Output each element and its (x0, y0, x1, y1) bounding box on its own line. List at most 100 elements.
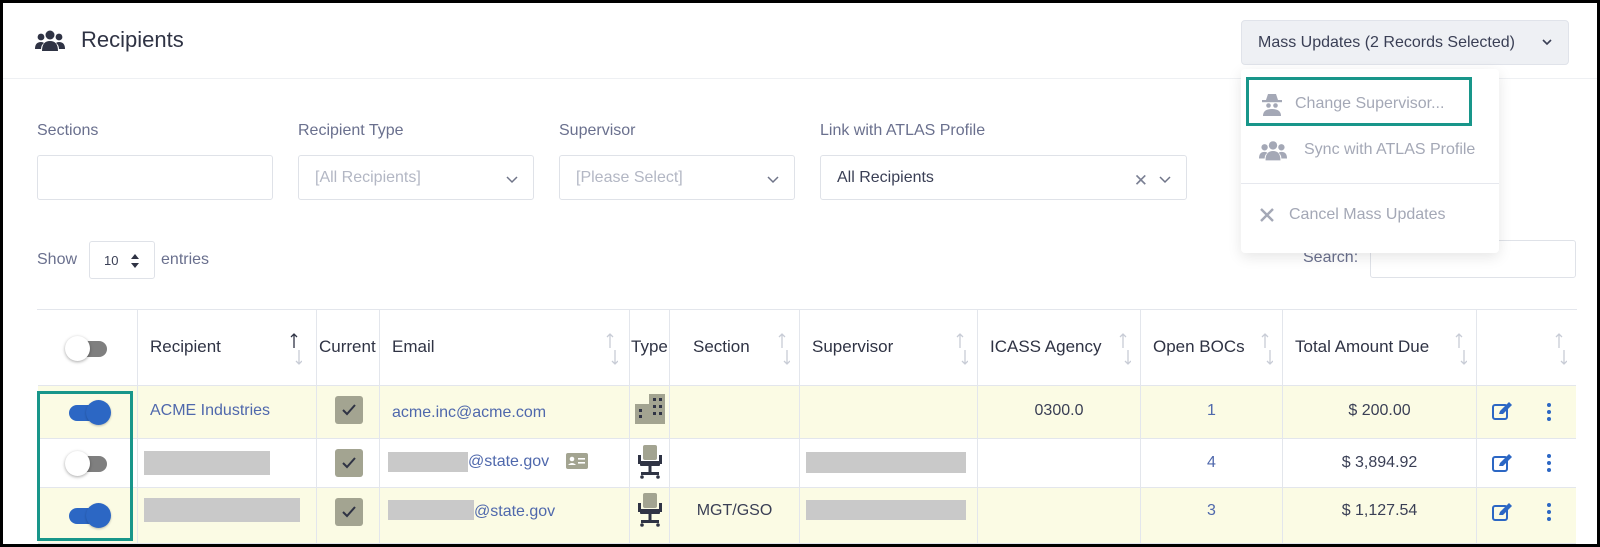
check-icon (342, 457, 356, 469)
table-row: @state.gov MGT/GSO 3 $ 1,127.54 (38, 488, 1576, 544)
chevron-down-icon (1159, 176, 1171, 184)
menu-item-change-supervisor[interactable]: Change Supervisor... (1241, 81, 1499, 127)
menu-item-label: Change Supervisor... (1295, 95, 1445, 112)
redacted-email-user (388, 500, 474, 520)
entries-select[interactable]: 10 (89, 241, 156, 279)
sections-input[interactable] (37, 155, 273, 200)
column-header-type[interactable]: Type (630, 310, 670, 385)
recipient-cell: ACME Industries (138, 386, 317, 438)
current-cell (317, 439, 380, 487)
clear-icon[interactable]: ✕ (1134, 171, 1148, 191)
open-bocs-cell: 1 (1141, 386, 1283, 438)
filter-label-supervisor: Supervisor (559, 122, 636, 139)
supervisor-select[interactable]: [Please Select] (559, 155, 795, 200)
mass-updates-button[interactable]: Mass Updates (2 Records Selected) (1241, 20, 1569, 65)
sort-icon (956, 333, 968, 365)
actions-cell (1477, 488, 1576, 543)
select-all-toggle[interactable] (65, 336, 107, 361)
row-select-toggle[interactable] (69, 400, 111, 425)
redacted-recipient (144, 451, 270, 475)
section-cell (670, 439, 800, 487)
edit-icon[interactable] (1491, 502, 1513, 524)
users-icon (1259, 141, 1287, 161)
total-due-cell: $ 3,894.92 (1283, 439, 1477, 487)
total-due-cell: $ 200.00 (1283, 386, 1477, 438)
column-header-icass-agency[interactable]: ICASS Agency (978, 310, 1141, 385)
column-header-actions (1477, 310, 1576, 385)
menu-item-label: Sync with ATLAS Profile (1304, 141, 1476, 158)
icass-agency-cell (978, 439, 1141, 487)
office-chair-icon (638, 445, 662, 479)
recipient-link[interactable]: ACME Industries (150, 402, 270, 420)
app-frame: Recipients Mass Updates (2 Records Selec… (0, 0, 1600, 547)
open-bocs-cell: 4 (1141, 439, 1283, 487)
type-cell (630, 439, 670, 487)
edit-icon[interactable] (1491, 401, 1513, 423)
actions-cell (1477, 386, 1576, 438)
office-chair-icon (638, 493, 662, 527)
open-bocs-link[interactable]: 4 (1141, 454, 1282, 472)
column-header-open-bocs[interactable]: Open BOCs (1141, 310, 1283, 385)
filter-label-atlas: Link with ATLAS Profile (820, 122, 986, 139)
email-link[interactable]: @state.gov (474, 503, 555, 521)
current-checkbox (335, 396, 363, 424)
page-header: Recipients Mass Updates (2 Records Selec… (3, 3, 1597, 79)
recipient-cell (138, 488, 317, 543)
row-select-cell (38, 488, 138, 543)
spy-icon (1262, 94, 1282, 116)
close-icon (1260, 208, 1274, 222)
mass-updates-menu: Change Supervisor... Sync with ATLAS Pro… (1241, 69, 1499, 253)
check-icon (342, 506, 356, 518)
column-header-section[interactable]: Section (670, 310, 800, 385)
recipients-table: Recipient Current Email Type Section Sup… (37, 309, 1577, 544)
chevron-down-icon (767, 176, 779, 184)
sort-icon (606, 333, 618, 365)
recipient-type-select[interactable]: [All Recipients] (298, 155, 534, 200)
email-link[interactable]: acme.inc@acme.com (392, 404, 546, 422)
open-bocs-link[interactable]: 1 (1141, 402, 1282, 420)
table-row: @state.gov 4 $ 3,894.92 (38, 439, 1576, 488)
sort-icon (778, 333, 790, 365)
icass-agency-cell (978, 488, 1141, 543)
more-vertical-icon[interactable] (1545, 502, 1553, 522)
toggle-knob (65, 336, 90, 361)
sort-icon (1261, 333, 1273, 365)
current-cell (317, 488, 380, 543)
section-cell (670, 386, 800, 438)
column-header-current[interactable]: Current (317, 310, 380, 385)
row-select-toggle[interactable] (65, 451, 107, 476)
email-cell: @state.gov (380, 488, 630, 543)
redacted-supervisor (806, 452, 966, 473)
supervisor-cell (800, 386, 978, 438)
toggle-knob (65, 451, 90, 476)
email-link[interactable]: @state.gov (468, 453, 549, 471)
email-cell: acme.inc@acme.com (380, 386, 630, 438)
edit-icon[interactable] (1491, 453, 1513, 475)
redacted-recipient (144, 498, 300, 522)
show-label: Show (37, 251, 78, 268)
atlas-profile-select[interactable]: All Recipients ✕ (820, 155, 1187, 200)
menu-item-cancel-mass-updates[interactable]: Cancel Mass Updates (1241, 192, 1499, 238)
total-due-cell: $ 1,127.54 (1283, 488, 1477, 543)
column-header-email[interactable]: Email (380, 310, 630, 385)
type-cell (630, 488, 670, 543)
column-header-recipient[interactable]: Recipient (138, 310, 317, 385)
row-select-toggle[interactable] (69, 503, 111, 528)
more-vertical-icon[interactable] (1545, 453, 1553, 473)
supervisor-cell (800, 488, 978, 543)
open-bocs-link[interactable]: 3 (1141, 502, 1282, 520)
more-vertical-icon[interactable] (1545, 402, 1553, 422)
id-card-icon (566, 453, 588, 469)
sort-icon (1455, 333, 1467, 365)
building-icon (635, 394, 665, 424)
column-header-select (38, 310, 138, 385)
table-row: ACME Industries acme.inc@acme.com 0300.0… (38, 386, 1576, 439)
chevron-down-icon (506, 176, 518, 184)
menu-item-sync-atlas[interactable]: Sync with ATLAS Profile (1241, 127, 1499, 173)
check-icon (342, 404, 356, 416)
sort-icon (1555, 333, 1567, 365)
column-header-total-amount-due[interactable]: Total Amount Due (1283, 310, 1477, 385)
column-header-supervisor[interactable]: Supervisor (800, 310, 978, 385)
row-select-cell (38, 386, 138, 438)
users-icon (35, 30, 65, 51)
